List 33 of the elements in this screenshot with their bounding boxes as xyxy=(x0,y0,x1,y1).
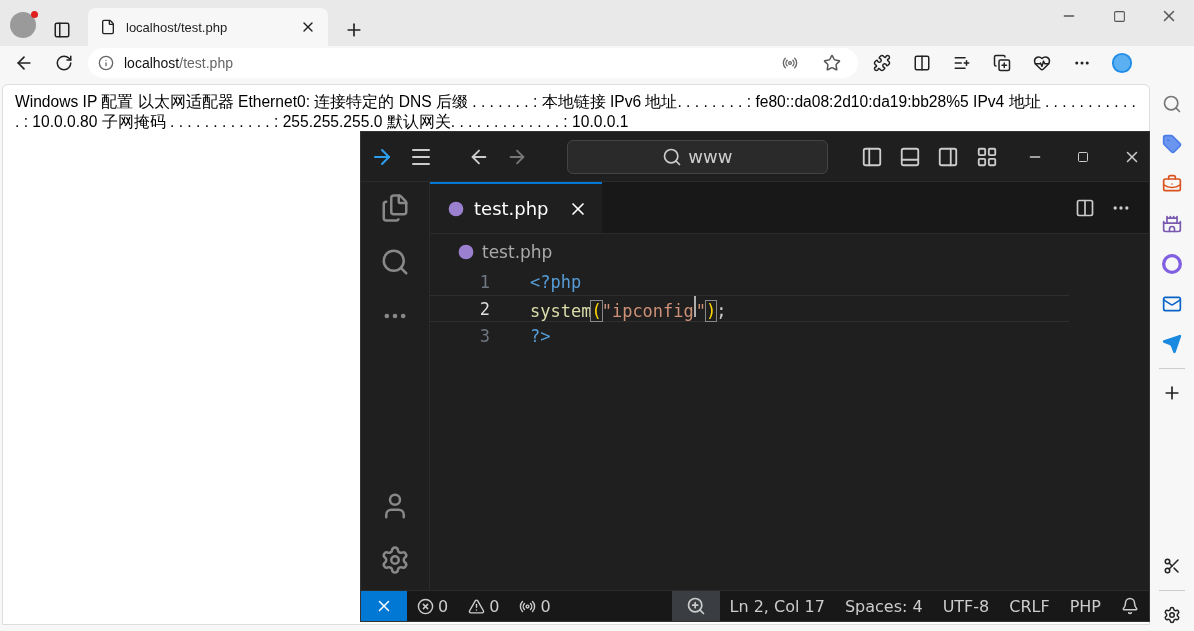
error-icon xyxy=(417,597,434,615)
line-number: 1 xyxy=(478,271,490,292)
address-field[interactable]: localhost/test.php xyxy=(88,48,858,78)
search-icon xyxy=(662,146,683,167)
status-item[interactable]: CRLF xyxy=(999,591,1060,621)
line-number: 2 xyxy=(478,298,490,319)
warning-icon xyxy=(468,597,486,615)
php-file-icon xyxy=(448,200,464,217)
notification-dot xyxy=(31,11,38,18)
status-item[interactable]: Ln 2, Col 17 xyxy=(719,591,835,621)
code-line: 3 ?> xyxy=(430,322,1069,349)
status-item[interactable]: UTF-8 xyxy=(932,591,1000,621)
line-number: 3 xyxy=(478,325,490,346)
breadcrumb-file: test.php xyxy=(482,242,553,262)
status-item[interactable]: Spaces: 4 xyxy=(834,591,933,621)
browser-tab[interactable]: localhost/test.php xyxy=(88,8,328,46)
page-icon xyxy=(100,19,116,35)
ipconfig-output-text: Windows IP 配置 以太网适配器 Ethernet0: 连接特定的 DNS 后缀 . . . . . . . : 本地链接 IPv6 地址. . . . . . . . : fe80::da08:2d10:da19:bb28%5 IPv4 地址 . . . . . . . . . . . . : 10.0.0.80 子网掩码 . . . . . . . . . . . . : 255.255.255.0 默认网关. . . . . . . . . . . . . : 10.0.0.1 xyxy=(15,92,1137,132)
zoom-icon[interactable] xyxy=(671,591,720,621)
command-search-field[interactable]: www xyxy=(566,139,829,174)
code-line: 2 system("ipconfig"); xyxy=(430,295,1069,322)
tab-title: localhost/test.php xyxy=(126,19,229,35)
code-line: 1 <?php xyxy=(430,268,1069,295)
errors-status[interactable]: 0 xyxy=(407,591,459,621)
ports-status[interactable]: 0 xyxy=(509,591,561,621)
editor-tab[interactable]: test.php xyxy=(430,182,602,233)
php-file-icon xyxy=(458,244,474,260)
warnings-status[interactable]: 0 xyxy=(458,591,510,621)
text-cursor xyxy=(693,296,696,317)
status-item[interactable]: PHP xyxy=(1059,591,1111,621)
url-text: localhost/test.php xyxy=(124,55,233,71)
profile-avatar[interactable] xyxy=(10,12,36,38)
info-icon[interactable] xyxy=(98,55,114,71)
